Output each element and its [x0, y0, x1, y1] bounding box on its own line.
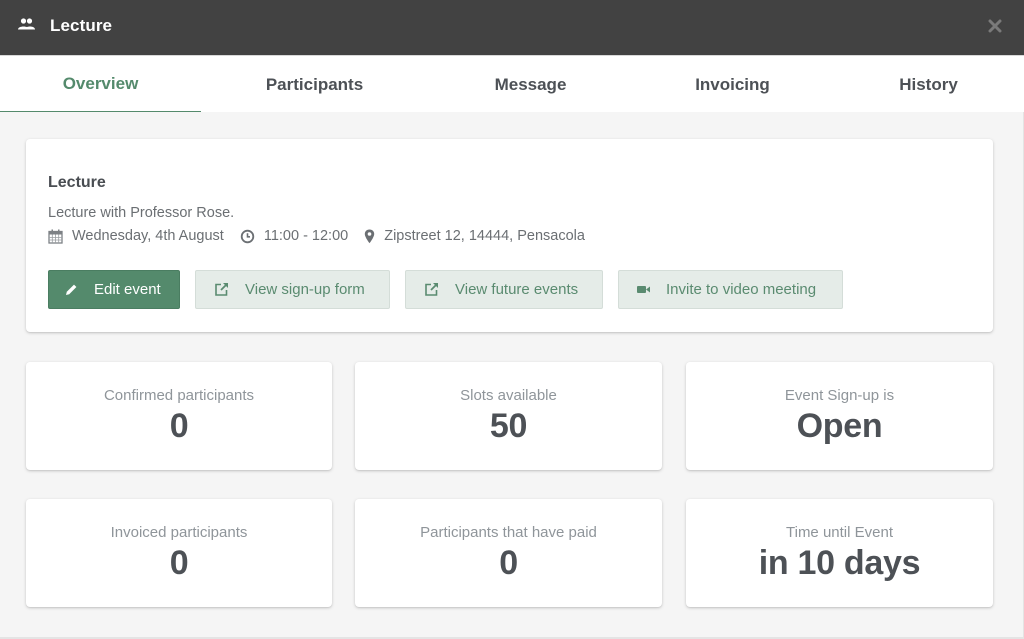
stat-value: 50 — [489, 407, 528, 445]
stat-value: Open — [796, 407, 883, 445]
stat-card-time-until-event: Time until Event in 10 days — [686, 499, 993, 607]
stat-value: in 10 days — [758, 544, 921, 582]
stat-value: 0 — [169, 544, 189, 582]
stat-label: Participants that have paid — [420, 524, 597, 541]
tab-invoicing[interactable]: Invoicing — [632, 56, 833, 113]
stat-label: Confirmed participants — [103, 387, 255, 404]
tab-bar: Overview Participants Message Invoicing … — [0, 55, 1024, 113]
stat-card-confirmed-participants: Confirmed participants 0 — [26, 362, 332, 470]
overview-panel: Lecture Lecture with Professor Rose. Wed… — [0, 112, 1024, 639]
tab-message[interactable]: Message — [430, 56, 631, 113]
event-meta: Wednesday, 4th August 11:00 - 12:00 Zips… — [48, 228, 601, 244]
event-time: 11:00 - 12:00 — [240, 228, 348, 244]
video-camera-icon — [637, 286, 650, 293]
close-icon[interactable] — [988, 19, 1002, 33]
stat-card-signup-status: Event Sign-up is Open — [686, 362, 993, 470]
stat-card-paid-participants: Participants that have paid 0 — [355, 499, 662, 607]
event-details-card: Lecture Lecture with Professor Rose. Wed… — [26, 139, 993, 332]
stat-value: 0 — [499, 544, 518, 582]
invite-video-meeting-button[interactable]: Invite to video meeting — [618, 270, 843, 309]
tab-history[interactable]: History — [828, 56, 1024, 113]
event-date: Wednesday, 4th August — [48, 228, 224, 244]
stat-card-invoiced-participants: Invoiced participants 0 — [26, 499, 332, 607]
calendar-icon — [48, 229, 63, 244]
event-title: Lecture — [48, 174, 106, 191]
event-location: Zipstreet 12, 14444, Pensacola — [364, 228, 585, 244]
map-marker-icon — [365, 229, 375, 243]
external-link-icon — [215, 283, 228, 296]
view-signup-form-button[interactable]: View sign-up form — [195, 270, 390, 309]
tab-overview[interactable]: Overview — [0, 56, 201, 113]
stat-label: Invoiced participants — [110, 524, 248, 541]
edit-event-button[interactable]: Edit event — [48, 270, 180, 309]
view-future-events-button[interactable]: View future events — [405, 270, 603, 309]
window-title: Lecture — [50, 16, 113, 35]
event-description: Lecture with Professor Rose. — [48, 205, 235, 221]
stat-label: Time until Event — [786, 524, 893, 541]
stat-value: 0 — [169, 407, 189, 445]
pencil-icon — [66, 284, 77, 295]
stat-label: Slots available — [460, 387, 557, 404]
stat-card-slots-available: Slots available 50 — [355, 362, 662, 470]
tab-participants[interactable]: Participants — [214, 56, 415, 113]
clock-icon — [240, 229, 255, 243]
group-icon — [18, 18, 35, 30]
window-titlebar: Lecture — [0, 0, 1024, 55]
stat-label: Event Sign-up is — [784, 387, 895, 404]
external-link-icon — [425, 283, 438, 296]
